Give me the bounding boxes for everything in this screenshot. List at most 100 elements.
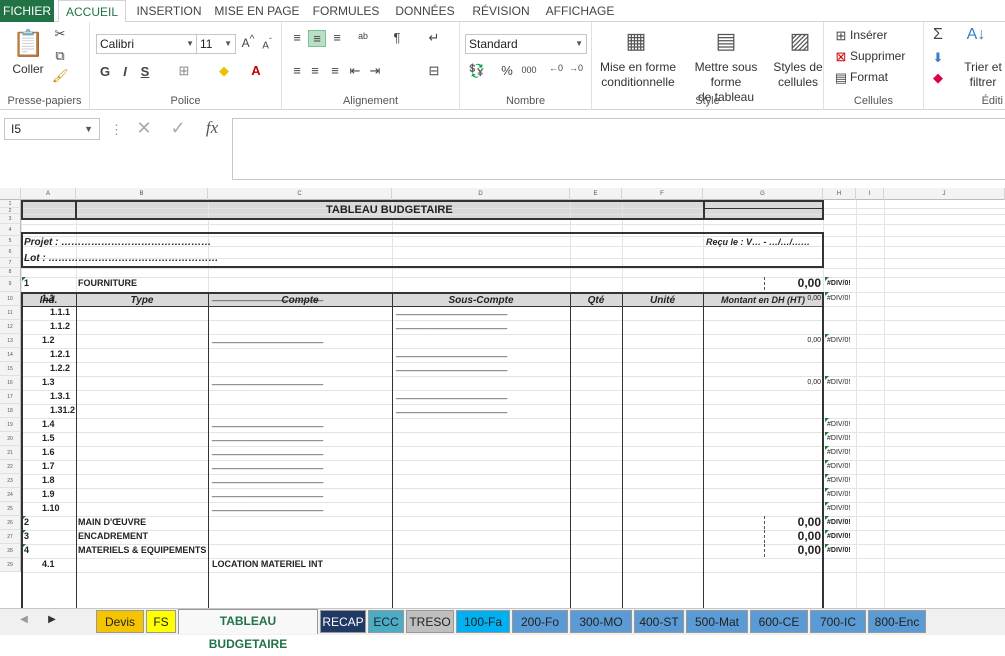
italic-button[interactable]: I [118,64,132,79]
row-index[interactable]: 4.1 [42,558,55,571]
sous-compte-placeholder[interactable]: ____________________ [396,402,507,415]
row-header[interactable]: 22 [0,460,21,474]
div0-error[interactable]: #DIV/0! [827,277,851,290]
row-index[interactable]: 1.10 [42,502,60,515]
compte-placeholder[interactable]: ____________________ [212,444,323,457]
sheet-tab[interactable]: 500-Mat [686,610,748,633]
tab-insertion[interactable]: INSERTION [133,0,205,22]
format-painter-icon[interactable]: 🖌 [52,68,69,84]
row-header[interactable]: 3 [0,214,21,224]
row-header[interactable]: 15 [0,362,21,376]
div0-error[interactable]: #DIV/0! [827,516,851,529]
row-header[interactable]: 26 [0,516,21,530]
number-format-select[interactable]: Standard ▼ [465,34,587,54]
div0-error[interactable]: #DIV/0! [827,544,851,557]
montant-value[interactable]: 0,00 [703,530,821,543]
row-index[interactable]: 1.9 [42,488,55,501]
row-index[interactable]: 1.1.1 [50,306,70,319]
div0-error[interactable]: #DIV/0! [827,292,850,305]
conditional-format-button[interactable]: Mise en forme conditionnelle [596,60,680,90]
compte-placeholder[interactable]: ____________________ [212,332,323,345]
row-index[interactable]: 1.5 [42,432,55,445]
sheet-title[interactable]: TABLEAU BUDGETAIRE [326,204,453,217]
format-button[interactable]: Format [850,70,910,85]
row-index[interactable]: 1.3 [42,376,55,389]
paste-button[interactable]: Coller [8,62,48,77]
align-center-icon[interactable]: ≡ [308,63,322,78]
format-as-table-icon[interactable]: ▤ [712,28,740,54]
fill-color-icon[interactable]: ◆ [216,63,232,79]
bold-button[interactable]: G [98,64,112,79]
cell-styles-button[interactable]: Styles de cellules [772,60,824,90]
row-header[interactable]: 28 [0,544,21,558]
row-type[interactable]: MAIN D'ŒUVRE [78,516,146,529]
column-header[interactable]: B [76,188,208,200]
sous-compte-placeholder[interactable]: ____________________ [396,346,507,359]
row-header[interactable]: 29 [0,558,21,572]
paste-icon[interactable]: 📋 [12,28,44,60]
scroll-right-icon[interactable]: ▶ [46,614,58,625]
align-bottom-icon[interactable]: ≡ [330,30,344,45]
sheet-tab[interactable]: 300-MO [570,610,632,633]
sheet-tab[interactable]: 400-ST [634,610,684,633]
sheet-tab[interactable]: FS [146,610,176,633]
sheet-tab[interactable]: 100-Fa [456,610,510,633]
row-header[interactable]: 24 [0,488,21,502]
select-all-corner[interactable] [0,188,21,200]
row-index[interactable]: 1.2.2 [50,362,70,375]
column-header[interactable]: G [703,188,823,200]
compte-placeholder[interactable]: ____________________ [212,486,323,499]
div0-error[interactable]: #DIV/0! [827,488,850,501]
row-index[interactable]: 1.31.2 [50,404,75,417]
projet-field[interactable]: Projet : ……………………………………… [24,236,211,249]
row-header[interactable]: 4 [0,224,21,236]
cut-icon[interactable]: ✂ [52,26,68,42]
enter-icon[interactable]: ✓ [168,118,188,139]
worksheet-grid[interactable]: ABCDEFGHIJ 1 2 3 4 5 6 7 8 9 10 11 12 13 14 15 16 17 18 19… [0,188,1005,608]
row-index[interactable]: 1.4 [42,418,55,431]
formula-input[interactable] [232,118,1005,180]
increase-decimal-icon[interactable]: ←0 [548,63,564,73]
row-header[interactable]: 9 [0,277,21,292]
decrease-decimal-icon[interactable]: →0 [568,63,584,73]
tab-formules[interactable]: FORMULES [308,0,384,22]
row-header[interactable]: 14 [0,348,21,362]
row-index[interactable]: 1.3.1 [50,390,70,403]
montant-value[interactable]: 0,00 [703,277,821,290]
tab-fichier[interactable]: FICHIER [0,0,54,22]
row-index[interactable]: 1.7 [42,460,55,473]
row-header[interactable]: 10 [0,292,21,306]
insert-button[interactable]: Insérer [850,28,910,43]
row-header[interactable]: 17 [0,390,21,404]
tab-donnees[interactable]: DONNÉES [390,0,460,22]
insert-function-button[interactable]: fx [200,118,224,138]
row-header[interactable]: 7 [0,258,21,268]
compte-placeholder[interactable]: ____________________ [212,472,323,485]
compte-placeholder[interactable]: ____________________ [212,500,323,513]
align-middle-icon[interactable]: ≡ [308,30,326,47]
decrease-font-icon[interactable]: Aˇ [260,36,274,51]
row-header[interactable]: 25 [0,502,21,516]
percent-button[interactable]: % [500,63,514,78]
row-index[interactable]: 1.8 [42,474,55,487]
compte-placeholder[interactable]: ____________________ [212,458,323,471]
row-header[interactable]: 6 [0,246,21,258]
row-header[interactable]: 8 [0,268,21,277]
row-index[interactable]: 1.2 [42,334,55,347]
lot-field[interactable]: Lot : …………………………………………… [24,252,218,265]
tab-revision[interactable]: RÉVISION [466,0,536,22]
row-index[interactable]: 1.1.2 [50,320,70,333]
div0-error[interactable]: #DIV/0! [827,376,850,389]
delete-button[interactable]: Supprimer [850,49,920,64]
tab-mise-en-page[interactable]: MISE EN PAGE [212,0,302,22]
row-index[interactable]: 1.2.1 [50,348,70,361]
cell-styles-icon[interactable]: ▨ [786,28,814,54]
autosum-icon[interactable]: Σ [930,26,946,44]
row-index[interactable]: 1.6 [42,446,55,459]
currency-icon[interactable]: 💱 [468,63,486,79]
div0-error[interactable]: #DIV/0! [827,460,850,473]
rtl-icon[interactable]: ¶ [388,30,406,45]
align-top-icon[interactable]: ≡ [290,30,304,45]
tab-accueil[interactable]: ACCUEIL [58,0,126,23]
row-header[interactable]: 16 [0,376,21,390]
